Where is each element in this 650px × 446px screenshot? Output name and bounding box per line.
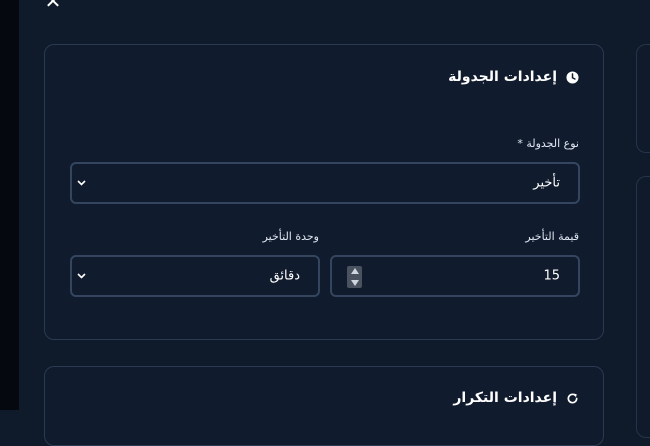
delay-value-label: قيمة التأخير <box>525 230 579 243</box>
delay-unit-value: دقائق <box>269 268 300 284</box>
side-card <box>636 44 650 153</box>
schedule-type-value: تأخير <box>533 175 560 191</box>
stepper-down-icon[interactable] <box>350 280 359 286</box>
delay-unit-select[interactable]: دقائق <box>70 255 320 297</box>
stepper-up-icon[interactable] <box>350 268 359 274</box>
close-icon: ✕ <box>44 0 62 13</box>
chevron-down-icon <box>76 271 86 281</box>
left-panel-edge <box>0 0 19 410</box>
repeat-settings-card: إعدادات التكرار <box>44 366 604 446</box>
schedule-type-label: نوع الجدولة * <box>517 137 579 150</box>
chevron-down-icon <box>76 178 86 188</box>
schedule-settings-header: إعدادات الجدولة <box>448 69 579 85</box>
repeat-settings-header: إعدادات التكرار <box>453 390 579 406</box>
delay-value-text: 15 <box>543 268 560 284</box>
refresh-icon <box>565 391 579 405</box>
repeat-settings-title: إعدادات التكرار <box>453 390 557 406</box>
schedule-type-select[interactable]: تأخير <box>70 162 580 204</box>
close-button[interactable]: ✕ <box>43 0 63 11</box>
schedule-settings-title: إعدادات الجدولة <box>448 69 557 85</box>
clock-icon <box>565 70 579 84</box>
delay-value-input[interactable]: 15 <box>330 255 580 297</box>
side-card <box>636 176 650 438</box>
delay-unit-label: وحدة التأخير <box>262 230 319 243</box>
schedule-settings-card: إعدادات الجدولة نوع الجدولة * تأخير قيمة… <box>44 44 604 340</box>
number-stepper[interactable] <box>347 266 362 288</box>
